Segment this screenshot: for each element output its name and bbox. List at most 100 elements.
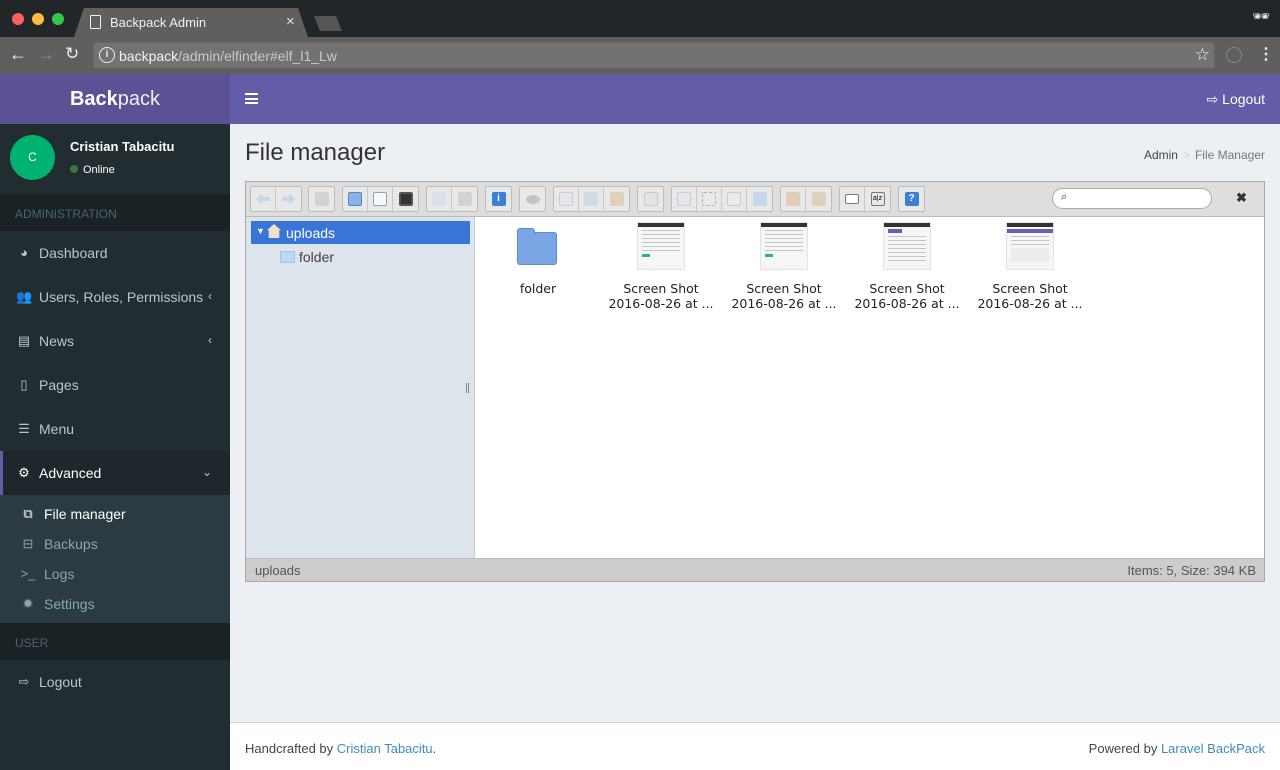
new-folder-icon	[348, 192, 362, 206]
duplicate-button[interactable]	[638, 187, 663, 211]
elfinder-file-manager: i a|z ? ⌕ ✖ ▼ uploads folder folder Scre…	[245, 181, 1265, 582]
copy-button[interactable]	[554, 187, 579, 211]
newspaper-icon: ▤	[17, 333, 31, 348]
breadcrumb-separator: >	[1182, 148, 1190, 162]
sidebar-subitem-logs[interactable]: >_ Logs	[0, 559, 230, 589]
new-file-button[interactable]	[368, 187, 393, 211]
back-icon[interactable]: ←	[9, 44, 27, 65]
avatar: C	[10, 135, 55, 180]
extract-button[interactable]	[781, 187, 806, 211]
footer-right-prefix: Powered by	[1088, 741, 1161, 756]
duplicate-icon	[677, 192, 691, 206]
edit-button[interactable]	[722, 187, 747, 211]
view-toggle-button[interactable]	[840, 187, 865, 211]
footer-powered: Powered by Laravel BackPack	[1089, 741, 1265, 756]
upload-button[interactable]	[393, 187, 418, 211]
sidebar-item-label: Pages	[39, 377, 79, 393]
folder-icon	[280, 251, 295, 263]
sidebar-subitem-backups[interactable]: ⊟ Backups	[0, 529, 230, 559]
tab-close-icon[interactable]: ×	[286, 13, 295, 30]
sidebar-item-news[interactable]: ▤ News ‹	[0, 319, 230, 363]
sign-out-icon: ⇨	[1206, 91, 1223, 107]
home-icon	[267, 224, 281, 238]
folder-icon	[514, 222, 562, 270]
sidebar-subitem-settings[interactable]: ✹ Settings	[0, 589, 230, 619]
file-item[interactable]: Screen Shot 2016-08-26 at ...	[725, 222, 843, 311]
dashboard-icon: ◕	[20, 245, 28, 260]
chevron-down-icon: ⌄	[201, 465, 212, 479]
file-item[interactable]: Screen Shot 2016-08-26 at ...	[848, 222, 966, 311]
address-bar[interactable]: i backpack/admin/elfinder#elf_l1_Lw ☆	[93, 42, 1215, 69]
sidebar-subitem-label: File manager	[44, 506, 126, 522]
bookmark-star-icon[interactable]: ☆	[1195, 45, 1210, 65]
open-buttonset	[426, 186, 478, 212]
close-icon[interactable]: ✖	[1236, 190, 1247, 206]
back-button[interactable]	[251, 187, 276, 211]
sidebar-item-advanced[interactable]: ⚙ Advanced ⌄	[0, 451, 230, 495]
rename-button[interactable]	[697, 187, 722, 211]
author-link[interactable]: Cristian Tabacitu	[337, 741, 433, 756]
archive-button[interactable]	[806, 187, 831, 211]
new-folder-button[interactable]	[343, 187, 368, 211]
info-button[interactable]: i	[486, 187, 511, 211]
tree-item-folder[interactable]: folder	[280, 249, 334, 265]
minimize-window-button[interactable]	[32, 13, 44, 25]
file-name-line2: 2016-08-26 at ...	[977, 296, 1083, 311]
sidebar: C Cristian Tabacitu Online ADMINISTRATIO…	[0, 124, 230, 770]
paste-button[interactable]	[604, 187, 629, 211]
sidebar-subitem-label: Logs	[44, 566, 75, 582]
cut-button[interactable]	[579, 187, 604, 211]
sidebar-toggle-icon[interactable]	[245, 93, 258, 104]
resize-button[interactable]	[747, 187, 772, 211]
sidebar-item-logout[interactable]: ⇨ Logout	[0, 660, 230, 704]
tree-item-uploads[interactable]: ▼ uploads	[251, 221, 470, 244]
maximize-window-button[interactable]	[52, 13, 64, 25]
copy-icon	[559, 192, 573, 206]
file-item[interactable]: Screen Shot 2016-08-26 at ...	[971, 222, 1089, 311]
sidebar-item-menu[interactable]: ☰ Menu	[0, 407, 230, 451]
edit-buttonset	[553, 186, 630, 212]
new-file-icon	[373, 192, 387, 206]
search-input[interactable]: ⌕	[1052, 188, 1212, 209]
sidebar-item-label: News	[39, 333, 75, 349]
sidebar-subitem-file-manager[interactable]: ⧉ File manager	[0, 499, 230, 529]
close-window-button[interactable]	[12, 13, 24, 25]
netmount-button[interactable]	[309, 187, 334, 211]
help-button[interactable]: ?	[899, 187, 924, 211]
incognito-icon: 🕶	[1252, 8, 1270, 24]
download-button[interactable]	[452, 187, 477, 211]
sidebar-item-pages[interactable]: ▯ Pages	[0, 363, 230, 407]
navbar-resize-handle[interactable]	[466, 383, 469, 393]
breadcrumb-current: File Manager	[1194, 148, 1265, 162]
terminal-icon: >_	[20, 566, 36, 581]
new-tab-button[interactable]	[314, 16, 342, 31]
cogs-icon: ⚙	[18, 465, 30, 480]
sidebar-item-dashboard[interactable]: ◕ Dashboard	[0, 231, 230, 275]
url-path: /admin/elfinder#elf_l1_Lw	[178, 48, 337, 64]
sort-button[interactable]: a|z	[865, 187, 890, 211]
app-logo[interactable]: Backpack	[0, 74, 230, 124]
forward-button[interactable]	[276, 187, 301, 211]
forward-icon[interactable]: →	[37, 44, 55, 65]
reload-icon[interactable]: ↻	[65, 44, 79, 64]
top-logout-button[interactable]: ⇨ Logout	[1207, 91, 1265, 108]
browser-menu-icon[interactable]: ⋮	[1258, 44, 1274, 64]
open-button[interactable]	[427, 187, 452, 211]
image-thumbnail	[760, 222, 808, 270]
extension-icon[interactable]	[1226, 47, 1242, 63]
duplicate-files-button[interactable]	[672, 187, 697, 211]
file-item[interactable]: folder	[479, 222, 597, 296]
backpack-link[interactable]: Laravel BackPack	[1161, 741, 1265, 756]
quicklook-button[interactable]	[520, 187, 545, 211]
breadcrumb-admin[interactable]: Admin	[1144, 148, 1178, 162]
sidebar-item-users[interactable]: 👥 Users, Roles, Permissions ‹	[0, 275, 230, 319]
archive-extract-icon	[786, 192, 800, 206]
file-item[interactable]: Screen Shot 2016-08-26 at ...	[602, 222, 720, 311]
top-navbar: ⇨ Logout	[230, 74, 1280, 124]
elfinder-navbar: ▼ uploads folder	[246, 217, 475, 558]
expand-arrow-icon[interactable]: ▼	[256, 226, 265, 236]
url-text[interactable]: backpack/admin/elfinder#elf_l1_Lw	[119, 48, 337, 64]
info-icon[interactable]: i	[99, 47, 115, 63]
save-add-icon	[398, 192, 413, 206]
footer-left-prefix: Handcrafted by	[245, 741, 337, 756]
